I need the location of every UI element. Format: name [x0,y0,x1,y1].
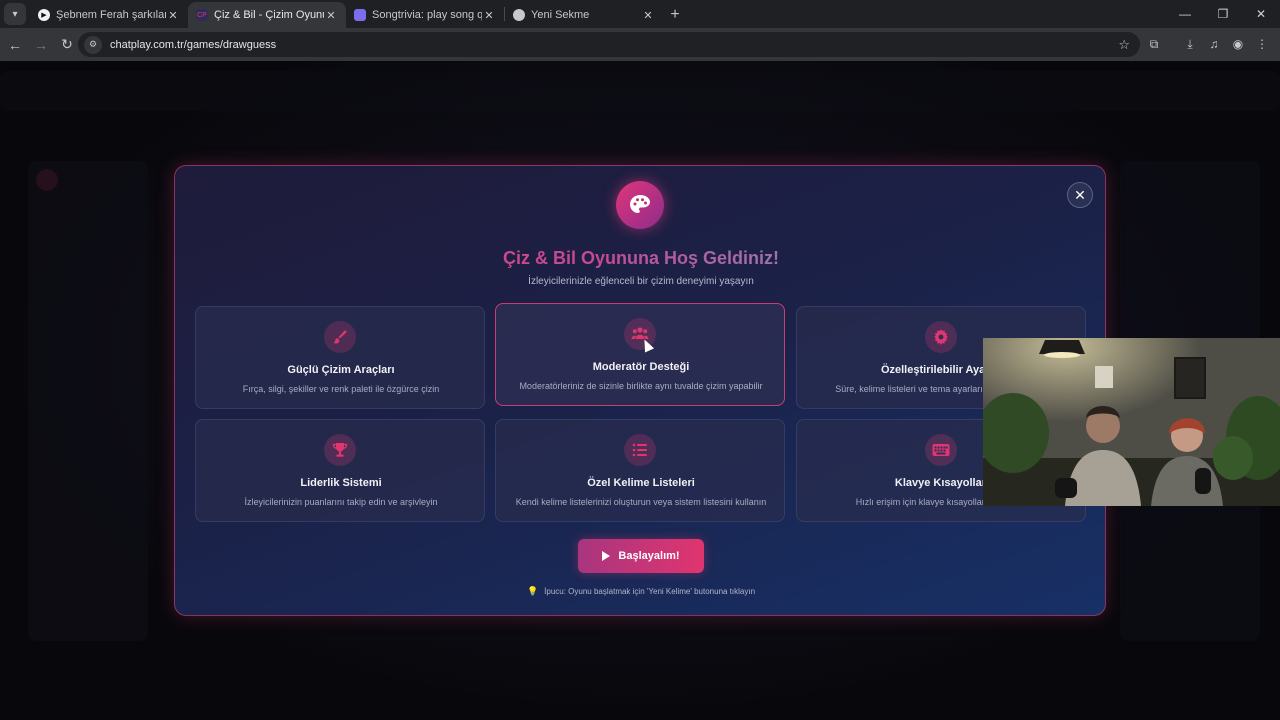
feature-description: Moderatörleriniz de sizinle birlikte ayn… [519,381,763,391]
start-button-label: Başlayalım! [618,550,680,562]
feature-title: Moderatör Desteği [592,361,690,373]
reload-icon[interactable]: ↻ [55,33,79,57]
toolbar-spacer [1166,32,1178,56]
toolbar-actions: ⧉ ⤓ ♫ ◉ ⋮ [1142,32,1274,56]
lightbulb-icon: 💡 [526,586,539,596]
feature-title: Güçlü Çizim Araçları [287,364,395,376]
feature-title: Özel Kelime Listeleri [587,477,695,489]
feature-description: Kendi kelime listelerinizi oluşturun vey… [515,497,767,507]
welcome-modal: ✕ Çiz & Bil Oyununa Hoş Geldiniz! İzleyi… [174,165,1106,616]
close-window-icon[interactable]: ✕ [1242,0,1280,28]
close-icon[interactable]: ✕ [166,9,180,22]
close-icon[interactable]: ✕ [324,9,338,22]
background-panel-left [28,161,148,641]
tip-text: 💡 İpucu: Oyunu başlatmak için 'Yeni Kelim… [175,586,1107,597]
songtrivia-icon [354,9,366,21]
music-icon: ▶ [38,9,50,21]
tab-title: Şebnem Ferah şarkılarını dinle ve [56,9,166,21]
modal-subtitle: İzleyicilerinizle eğlenceli bir çizim de… [528,276,754,287]
browser-tab-1[interactable]: CP Çiz & Bil - Çizim Oyunu ✕ [188,2,346,28]
tab-search-button[interactable]: ▾ [4,3,26,25]
url-text[interactable]: chatplay.com.tr/games/drawguess [110,39,276,51]
browser-tab-3[interactable]: Yeni Sekme ✕ [505,2,663,28]
webcam-scene [983,338,1280,506]
trophy-icon [324,434,356,466]
feature-title: Liderlik Sistemi [300,477,382,489]
keyboard-icon [925,434,957,466]
start-game-button[interactable]: Başlayalım! [578,539,704,573]
site-info-icon[interactable]: ⚙ [84,35,102,54]
gear-icon [925,321,957,353]
browser-tab-0[interactable]: ▶ Şebnem Ferah şarkılarını dinle ve ✕ [30,2,188,28]
chatplay-icon: CP [196,9,208,21]
brush-icon [324,321,356,353]
play-icon [602,551,611,561]
feature-description: Fırça, silgi, şekiller ve renk paleti il… [242,384,440,394]
feature-card-moderator: Moderatör Desteği Moderatörleriniz de si… [495,303,785,406]
extensions-icon[interactable]: ⧉ [1142,32,1166,56]
feature-card-leaderboard: Liderlik Sistemi İzleyicilerinizin puanl… [195,419,485,522]
profile-icon[interactable]: ◉ [1226,32,1250,56]
feature-description: İzleyicilerinizin puanlarını takip edin … [244,497,438,507]
palette-icon [616,181,664,229]
chrome-icon [513,9,525,21]
back-icon[interactable]: ← [3,33,27,57]
browser-tab-bar: ▾ ▶ Şebnem Ferah şarkılarını dinle ve ✕ … [0,0,1280,28]
close-icon[interactable]: ✕ [641,9,655,22]
address-bar[interactable]: ⚙ chatplay.com.tr/games/drawguess ☆ [78,32,1140,57]
window-controls: — ❐ ✕ [1166,0,1280,28]
background-topbar [0,71,1280,111]
menu-icon[interactable]: ⋮ [1250,32,1274,56]
restore-icon[interactable]: ❐ [1204,0,1242,28]
feature-card-drawing-tools: Güçlü Çizim Araçları Fırça, silgi, şekil… [195,306,485,409]
tab-title: Songtrivia: play song quizzes and [372,9,482,21]
tab-title: Yeni Sekme [531,9,590,21]
bookmark-star-icon[interactable]: ☆ [1118,37,1130,53]
tip-label: İpucu: Oyunu başlatmak için 'Yeni Kelime… [544,587,756,596]
feature-card-word-lists: Özel Kelime Listeleri Kendi kelime liste… [495,419,785,522]
browser-toolbar: ← → ↻ ⚙ chatplay.com.tr/games/drawguess … [0,28,1280,61]
forward-icon[interactable]: → [29,33,53,57]
tab-title: Çiz & Bil - Çizim Oyunu [214,9,324,21]
list-icon [624,434,656,466]
background-avatar [36,169,58,191]
download-icon[interactable]: ⤓ [1178,32,1202,56]
browser-tab-2[interactable]: Songtrivia: play song quizzes and ✕ [346,2,504,28]
webcam-overlay [983,338,1280,506]
new-tab-button[interactable]: + [663,3,687,27]
modal-title: Çiz & Bil Oyununa Hoş Geldiniz! [175,248,1107,269]
close-icon[interactable]: ✕ [482,9,496,22]
media-control-icon[interactable]: ♫ [1202,32,1226,56]
minimize-icon[interactable]: — [1166,0,1204,28]
close-modal-button[interactable]: ✕ [1067,182,1093,208]
